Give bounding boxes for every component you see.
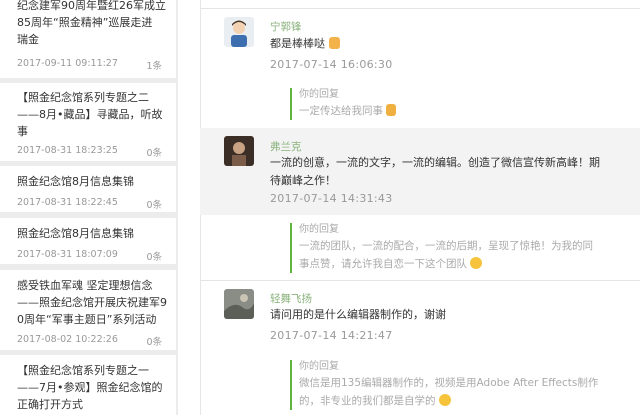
article-title-line: ——8月•藏品】寻藏品，听故 [17,108,163,121]
reply-label: 你的回复 [299,361,339,372]
avatar[interactable] [224,289,254,319]
article-title-line: 照金纪念馆8月信息集锦 [17,175,134,188]
article-title-line: 照金纪念馆8月信息集锦 [17,227,134,240]
list-item[interactable]: 【照金纪念馆系列专题之二 ——8月•藏品】寻藏品，听故 事 2017-08-31… [0,83,176,161]
article-title-line: 纪念建军90周年暨红26军成立 [17,0,166,12]
comment-time: 2017-07-14 14:21:47 [270,329,393,342]
victory-hand-icon [386,104,397,116]
reply-row: 你的回复 一流的团队，一流的配合，一流的后期，呈现了惊艳！为我的同事点赞，请允许… [200,215,640,285]
reply-message: 一定传达给我同事 [299,102,599,120]
avatar[interactable] [224,136,254,166]
avatar[interactable] [224,17,254,47]
smiley-icon [438,394,451,406]
comment-time: 2017-07-14 16:06:30 [270,58,393,71]
reply-block: 你的回复 一定传达给我同事 [290,88,599,120]
article-date: 2017-08-31 18:22:45 [17,197,118,208]
list-item[interactable]: 照金纪念馆8月信息集锦 2017-08-31 18:22:45 0条 [0,166,176,212]
reply-message: 微信是用135编辑器制作的，视频是用Adobe After Effects制作的… [299,374,599,410]
list-item[interactable]: 纪念建军90周年暨红26军成立 85周年“照金精神”巡展走进 瑞金 2017-0… [0,0,176,78]
comment-text: 都是棒棒哒 [270,37,325,50]
reply-block: 你的回复 微信是用135编辑器制作的，视频是用Adobe After Effec… [290,360,599,410]
article-title-line: 0周年“军事主题日”系列活动 [17,313,157,326]
comment-time: 2017-07-14 14:31:43 [270,192,393,205]
article-title-line: 【照金纪念馆系列专题之二 [17,91,149,104]
divider [200,280,640,281]
article-title-line: 瑞金 [17,33,39,46]
comment-count: 0条 [146,148,162,159]
reply-block: 你的回复 一流的团队，一流的配合，一流的后期，呈现了惊艳！为我的同事点赞，请允许… [290,223,599,273]
article-title-line: 感受铁血军魂 坚定理想信念 [17,279,153,292]
reply-label: 你的回复 [299,89,339,100]
comment-message: 都是棒棒哒 [270,35,600,53]
comment-item: 轻舞飞扬 请问用的是什么编辑器制作的，谢谢 2017-07-14 14:21:4… [200,280,640,415]
comment-username[interactable]: 宁郭锋 [270,19,302,34]
comment-item: 宁郭锋 都是棒棒哒 2017-07-14 16:06:30 你的回复 一定传达给… [200,0,640,130]
article-date: 2017-09-11 09:11:27 [17,58,118,69]
smiley-icon [470,257,483,269]
reply-message: 一流的团队，一流的配合，一流的后期，呈现了惊艳！为我的同事点赞，请允许我自恋一下… [299,237,599,273]
article-title-line: ——7月•参观】照金纪念馆的 [17,381,163,394]
comment-username[interactable]: 弗兰克 [270,139,302,154]
article-title-line: ——照金纪念馆开展庆祝建军9 [17,296,167,309]
divider [200,8,640,9]
comment-message: 一流的创意，一流的文字，一流的编辑。创造了微信宣传新高峰！期待巅峰之作！ [270,156,600,187]
article-list: 纪念建军90周年暨红26军成立 85周年“照金精神”巡展走进 瑞金 2017-0… [0,0,178,415]
comment-count: 1条 [146,61,162,72]
reply-text: 一流的团队，一流的配合，一流的后期，呈现了惊艳！为我的同事点赞，请允许我自恋一下… [299,240,593,270]
list-item[interactable]: 照金纪念馆8月信息集锦 2017-08-31 18:07:09 0条 [0,218,176,264]
article-title-line: 事 [17,125,28,138]
thumbs-up-icon [328,37,340,49]
comment-item: 弗兰克 一流的创意，一流的文字，一流的编辑。创造了微信宣传新高峰！期待巅峰之作！… [200,128,640,215]
article-date: 2017-08-31 18:23:25 [17,145,118,156]
article-title-line: 正确打开方式 [17,398,83,411]
article-title-line: 85周年“照金精神”巡展走进 [17,16,153,29]
article-date: 2017-08-31 18:07:09 [17,249,118,260]
reply-text: 一定传达给我同事 [299,105,383,117]
reply-label: 你的回复 [299,224,339,235]
comment-username[interactable]: 轻舞飞扬 [270,291,312,306]
comment-count: 0条 [146,200,162,211]
comment-message: 请问用的是什么编辑器制作的，谢谢 [270,308,446,321]
article-title-line: 【照金纪念馆系列专题之一 [17,364,149,377]
article-date: 2017-08-02 10:22:26 [17,334,118,345]
comment-count: 0条 [146,252,162,263]
list-item[interactable]: 感受铁血军魂 坚定理想信念 ——照金纪念馆开展庆祝建军9 0周年“军事主题日”系… [0,270,176,350]
comment-count: 0条 [146,337,162,348]
list-item[interactable]: 【照金纪念馆系列专题之一 ——7月•参观】照金纪念馆的 正确打开方式 [0,355,176,415]
